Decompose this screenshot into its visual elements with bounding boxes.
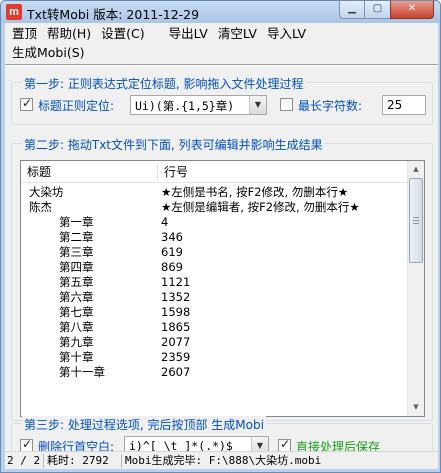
grip-line bbox=[413, 223, 419, 224]
table-row[interactable]: 第二章 346 bbox=[21, 229, 424, 245]
table-row[interactable]: 第五章 1121 bbox=[21, 274, 424, 290]
menu-pin-top[interactable]: 置顶 bbox=[7, 25, 42, 43]
table-row[interactable]: 第四章 869 bbox=[21, 259, 424, 275]
row-title-cell: 第五章 bbox=[59, 275, 94, 289]
menu-export-lv[interactable]: 导出LV bbox=[164, 25, 213, 43]
row-line-cell: 1865 bbox=[161, 320, 191, 334]
menu-row-1: 置顶 帮助(H) 设置(C) 导出LV 清空LV 导入LV bbox=[5, 25, 311, 43]
menu-import-lv[interactable]: 导入LV bbox=[262, 25, 311, 43]
maxlen-checkbox[interactable] bbox=[280, 98, 293, 111]
column-header-title[interactable]: 标题 bbox=[21, 161, 161, 183]
menu-clear-lv[interactable]: 清空LV bbox=[213, 25, 262, 43]
menu-row-2: 生成Mobi(S) bbox=[5, 44, 90, 62]
table-row[interactable]: 第七章 1598 bbox=[21, 304, 424, 320]
table-row[interactable]: 第九章 2077 bbox=[21, 334, 424, 350]
table-row[interactable]: 大染坊 ★左侧是书名, 按F2修改, 勿删本行★ bbox=[21, 184, 424, 200]
status-bar: 2 / 2 耗时: 2792 Mobi生成完毕: F:\888\大染坊.mobi bbox=[5, 451, 438, 469]
step2-group: 第二步: 拖动Txt文件到下面, 列表可编辑并影响生成结果 标题 行号 大染坊 ★… bbox=[11, 136, 433, 421]
row-title-cell: 第八章 bbox=[59, 320, 94, 334]
step3-title: 第三步: 处理过程选项, 完后按顶部 生成Mobi bbox=[22, 416, 266, 433]
status-message: Mobi生成完毕: F:\888\大染坊.mobi bbox=[125, 454, 322, 467]
step1-title: 第一步: 正则表达式定位标题, 影响拖入文件处理过程 bbox=[22, 75, 306, 92]
status-divider bbox=[121, 454, 122, 468]
step2-title: 第二步: 拖动Txt文件到下面, 列表可编辑并影响生成结果 bbox=[22, 136, 325, 153]
menu-separator bbox=[5, 64, 438, 66]
menu-generate-mobi[interactable]: 生成Mobi(S) bbox=[7, 44, 90, 62]
row-title-cell: 第四章 bbox=[59, 260, 94, 274]
regex-value: Ui)(第.{1,5}章) bbox=[135, 99, 235, 113]
table-row[interactable]: 第十章 2359 bbox=[21, 349, 424, 365]
row-line-cell: 1352 bbox=[161, 290, 191, 304]
table-row[interactable]: 第三章 619 bbox=[21, 244, 424, 260]
row-title-cell: 第三章 bbox=[59, 245, 94, 259]
check-icon: ✓ bbox=[22, 437, 33, 451]
check-icon: ✓ bbox=[22, 96, 33, 110]
vertical-scrollbar[interactable]: ▲ ▼ bbox=[407, 161, 424, 416]
chapter-listview[interactable]: 标题 行号 大染坊 ★左侧是书名, 按F2修改, 勿删本行★ 陈杰 ★左侧是编辑者, … bbox=[20, 160, 425, 417]
app-window: m Txt转Mobi 版本: 2011-12-29 ▁ ▢ ✕ 置顶 帮助(H)… bbox=[0, 0, 441, 473]
regex-checkbox[interactable]: ✓ bbox=[20, 96, 33, 111]
row-line-cell: 869 bbox=[161, 260, 183, 274]
list-header: 标题 行号 bbox=[21, 161, 424, 183]
scroll-down-icon[interactable]: ▼ bbox=[408, 399, 424, 416]
row-title-cell: 第九章 bbox=[59, 335, 94, 349]
check-icon: ✓ bbox=[280, 437, 291, 451]
row-line-cell: 4 bbox=[161, 215, 169, 229]
table-row[interactable]: 第十一章 2607 bbox=[21, 364, 424, 380]
table-row[interactable]: 第八章 1865 bbox=[21, 319, 424, 335]
row-line-cell: 619 bbox=[161, 245, 183, 259]
close-button[interactable]: ✕ bbox=[390, 1, 434, 19]
window-controls: ▁ ▢ ✕ bbox=[339, 1, 434, 19]
client-area: 置顶 帮助(H) 设置(C) 导出LV 清空LV 导入LV 生成Mobi(S) … bbox=[5, 23, 438, 469]
row-line-cell: 346 bbox=[161, 230, 183, 244]
grip-line bbox=[413, 220, 419, 221]
maxlen-label: 最长字符数: bbox=[298, 99, 363, 113]
status-elapsed: 耗时: 2792 bbox=[47, 454, 109, 467]
row-title-cell: 第六章 bbox=[59, 290, 94, 304]
table-row[interactable]: 陈杰 ★左侧是编辑者, 按F2修改, 勿删本行★ bbox=[21, 199, 424, 215]
table-row[interactable]: 第一章 4 bbox=[21, 214, 424, 230]
table-row[interactable]: 第六章 1352 bbox=[21, 289, 424, 305]
window-title: Txt转Mobi 版本: 2011-12-29 bbox=[27, 7, 200, 22]
maximize-button[interactable]: ▢ bbox=[365, 1, 390, 19]
row-title-cell: 第十一章 bbox=[59, 365, 105, 379]
menu-help[interactable]: 帮助(H) bbox=[42, 25, 96, 43]
row-title-cell: 第七章 bbox=[59, 305, 94, 319]
row-title-cell: 第一章 bbox=[59, 215, 94, 229]
regex-combo[interactable]: Ui)(第.{1,5}章) ▼ bbox=[130, 95, 267, 115]
regex-label: 标题正则定位: bbox=[38, 99, 115, 113]
menu-settings[interactable]: 设置(C) bbox=[96, 25, 149, 43]
maxlen-input[interactable]: 25 bbox=[382, 95, 426, 115]
row-line-cell: 1598 bbox=[161, 305, 191, 319]
chevron-down-icon[interactable]: ▼ bbox=[249, 96, 266, 114]
row-title-cell: 大染坊 bbox=[29, 185, 64, 199]
scroll-up-icon[interactable]: ▲ bbox=[408, 161, 424, 178]
status-count: 2 / 2 bbox=[7, 454, 41, 467]
minimize-button[interactable]: ▁ bbox=[339, 1, 365, 19]
row-line-cell: 1121 bbox=[161, 275, 191, 289]
menu-bar: 置顶 帮助(H) 设置(C) 导出LV 清空LV 导入LV 生成Mobi(S) bbox=[5, 23, 438, 63]
row-title-cell: 陈杰 bbox=[29, 200, 52, 214]
column-header-line[interactable]: 行号 bbox=[158, 161, 398, 183]
scroll-thumb[interactable] bbox=[409, 178, 423, 263]
row-title-cell: 第二章 bbox=[59, 230, 94, 244]
row-line-cell: ★左侧是书名, 按F2修改, 勿删本行★ bbox=[161, 185, 349, 199]
grip-line bbox=[413, 217, 419, 218]
row-line-cell: ★左侧是编辑者, 按F2修改, 勿删本行★ bbox=[161, 200, 360, 214]
status-divider bbox=[43, 454, 44, 468]
row-title-cell: 第十章 bbox=[59, 350, 94, 364]
row-line-cell: 2607 bbox=[161, 365, 191, 379]
app-icon[interactable]: m bbox=[6, 4, 22, 20]
step1-group: 第一步: 正则表达式定位标题, 影响拖入文件处理过程 ✓ 标题正则定位: Ui)… bbox=[11, 75, 433, 125]
row-line-cell: 2077 bbox=[161, 335, 191, 349]
title-bar[interactable]: m Txt转Mobi 版本: 2011-12-29 ▁ ▢ ✕ bbox=[1, 1, 440, 23]
row-line-cell: 2359 bbox=[161, 350, 191, 364]
